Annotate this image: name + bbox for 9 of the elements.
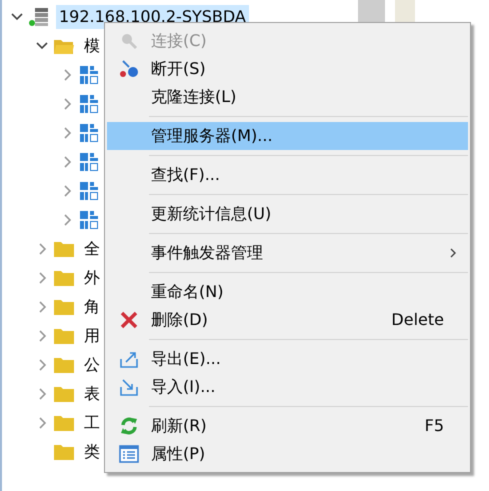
tree-item-label: 角 (83, 296, 101, 318)
tree-item-label: 表 (83, 382, 101, 404)
tree-item-label: 工 (83, 412, 101, 434)
tree-item-label: 类 (83, 440, 101, 462)
tree-item-label: 用 (83, 324, 101, 346)
tree-item-label: 外 (83, 266, 101, 288)
tree-item-label: 模 (83, 34, 101, 56)
tree-item-label: 全 (83, 238, 101, 260)
tree-item-label: 公 (83, 354, 101, 376)
